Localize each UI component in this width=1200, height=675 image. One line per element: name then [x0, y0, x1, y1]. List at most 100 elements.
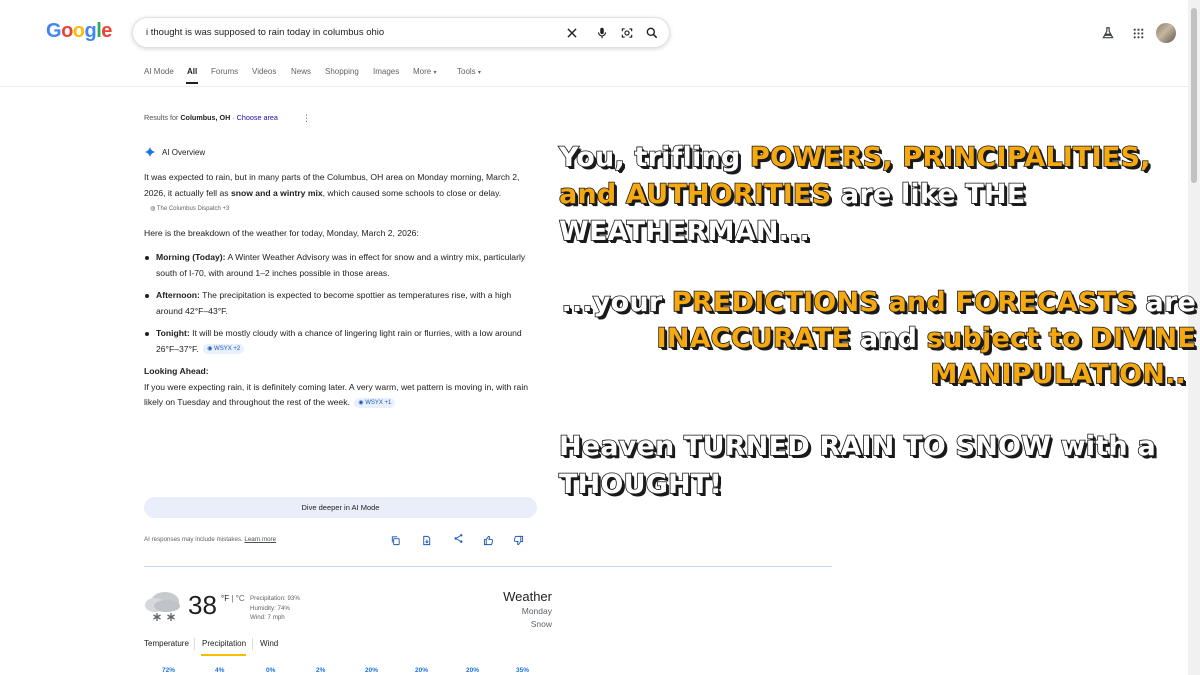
- search-input[interactable]: i thought is was supposed to rain today …: [146, 27, 384, 38]
- choose-area-link[interactable]: Choose area: [237, 113, 278, 122]
- current-temperature: 38: [188, 590, 217, 620]
- tab-separator: [252, 638, 253, 650]
- intro-text-end: , which caused some schools to close or …: [322, 187, 502, 198]
- hourly-precip: 4%: [215, 667, 225, 674]
- unit-celsius[interactable]: °C: [236, 594, 245, 603]
- item-label: Morning (Today):: [156, 252, 226, 262]
- logo-letter: o: [61, 20, 73, 42]
- snow-cloud-icon: [145, 592, 180, 621]
- overlay-text: and: [850, 322, 927, 355]
- overlay-line: ...your PREDICTIONS and FORECASTS are: [561, 286, 1197, 319]
- close-icon[interactable]: [563, 24, 581, 42]
- overlay-text: WEATHERMAN...: [558, 215, 811, 248]
- source-chip-label: WSYX +1: [365, 399, 392, 406]
- overlay-text: are like THE: [831, 178, 1026, 211]
- dive-deeper-label: Dive deeper in AI Mode: [301, 503, 380, 512]
- tab-tools[interactable]: Tools ▾: [457, 67, 481, 76]
- list-item: Morning (Today): A Winter Weather Adviso…: [144, 250, 534, 281]
- tab-images[interactable]: Images: [373, 67, 399, 76]
- logo-letter: G: [46, 20, 62, 42]
- active-weather-tab-indicator: [201, 654, 246, 656]
- source-logo-icon: ◍: [150, 205, 156, 212]
- microphone-icon[interactable]: [593, 24, 611, 42]
- tab-forums[interactable]: Forums: [211, 67, 238, 76]
- dive-deeper-button[interactable]: Dive deeper in AI Mode: [144, 497, 537, 518]
- ai-overview-body: It was expected to rain, but in many par…: [144, 170, 534, 411]
- source-logo-icon: ◉: [207, 346, 213, 353]
- tab-precipitation[interactable]: Precipitation: [202, 639, 246, 648]
- item-text: The precipitation is expected to become …: [156, 290, 512, 316]
- looking-ahead-body: If you were expecting rain, it is defini…: [144, 380, 534, 411]
- overlay-line: and AUTHORITIES are like THE: [558, 178, 1026, 211]
- tab-news[interactable]: News: [291, 67, 311, 76]
- results-for-location: Results for Columbus, OH · Choose area: [144, 113, 278, 122]
- avatar[interactable]: [1156, 23, 1176, 43]
- results-for-label: Results for: [144, 113, 181, 122]
- tab-tools-label: Tools: [457, 67, 476, 76]
- intro-bold: snow and a wintry mix: [230, 187, 323, 198]
- thumbs-up-icon[interactable]: [481, 533, 495, 547]
- tab-shopping[interactable]: Shopping: [325, 67, 359, 76]
- hourly-precip: 0%: [266, 667, 276, 674]
- source-chip[interactable]: ◉ WSYX +1: [354, 397, 396, 408]
- tab-all[interactable]: All: [187, 67, 197, 76]
- tab-wind[interactable]: Wind: [260, 639, 278, 648]
- breakdown-text: Here is the breakdown of the weather for…: [144, 227, 419, 238]
- ai-overview-title: AI Overview: [162, 147, 206, 157]
- tab-temperature[interactable]: Temperature: [144, 639, 189, 648]
- hourly-precip: 20%: [365, 667, 379, 674]
- export-doc-icon[interactable]: [419, 533, 433, 547]
- tab-videos[interactable]: Videos: [252, 67, 276, 76]
- unit-toggle[interactable]: °F | °C: [221, 594, 245, 603]
- overlay-highlight-text: INACCURATE: [656, 322, 851, 355]
- overlay-line: MANIPULATION..: [930, 358, 1187, 391]
- overlay-text: THOUGHT!: [558, 468, 722, 501]
- ai-sparkle-icon: [144, 146, 156, 158]
- wind-value: Wind: 7 mph: [250, 614, 285, 621]
- overlay-text: You, trifling: [558, 141, 750, 174]
- unit-fahrenheit[interactable]: °F: [221, 594, 229, 603]
- search-icon[interactable]: [643, 24, 661, 42]
- overlay-line: INACCURATE and subject to DIVINE: [656, 322, 1197, 355]
- overlay-line: THOUGHT!: [558, 468, 722, 501]
- search-box[interactable]: i thought is was supposed to rain today …: [132, 17, 670, 48]
- source-chip[interactable]: ◍ The Columbus Dispatch +3: [146, 204, 233, 214]
- scrollbar-thumb[interactable]: [1191, 8, 1197, 183]
- disclaimer-text: AI responses may include mistakes.: [144, 536, 245, 543]
- forecast-list: Morning (Today): A Winter Weather Adviso…: [144, 250, 534, 357]
- list-item: Afternoon: The precipitation is expected…: [144, 288, 534, 319]
- source-chip[interactable]: ◉ WSYX +2: [203, 344, 245, 355]
- thumbs-down-icon[interactable]: [511, 533, 525, 547]
- hourly-precip: 35%: [516, 667, 530, 674]
- google-logo[interactable]: Google: [46, 20, 112, 43]
- logo-letter: o: [72, 20, 85, 42]
- apps-grid-icon[interactable]: [1129, 24, 1147, 42]
- weather-condition: Snow: [530, 619, 552, 629]
- caret-down-icon: ▾: [433, 70, 437, 76]
- item-label: Afternoon:: [156, 290, 200, 300]
- caret-down-icon: ▾: [477, 70, 481, 76]
- logo-letter: g: [84, 20, 97, 42]
- copy-icon[interactable]: [388, 533, 402, 547]
- precipitation-value: Precipitation: 93%: [250, 595, 300, 602]
- overlay-highlight-text: PREDICTIONS and FORECASTS: [671, 286, 1136, 319]
- ai-disclaimer: AI responses may include mistakes. Learn…: [144, 536, 276, 543]
- location-name: Columbus, OH: [180, 113, 231, 122]
- hourly-precip: 20%: [415, 667, 429, 674]
- tab-ai-mode[interactable]: AI Mode: [144, 67, 174, 76]
- overlay-line: You, trifling POWERS, PRINCIPALITIES,: [558, 141, 1151, 174]
- tab-more[interactable]: More ▾: [413, 67, 436, 76]
- overlay-highlight-text: and AUTHORITIES: [558, 178, 832, 211]
- looking-ahead-text: If you were expecting rain, it is defini…: [144, 381, 529, 408]
- learn-more-link[interactable]: Learn more: [244, 536, 276, 543]
- ai-intro: It was expected to rain, but in many par…: [144, 170, 534, 217]
- more-options-icon[interactable]: ⋮: [302, 113, 311, 124]
- tab-more-label: More: [413, 67, 432, 76]
- weather-day: Monday: [521, 606, 552, 616]
- overlay-line: Heaven TURNED RAIN TO SNOW with a: [558, 430, 1156, 463]
- hourly-precip: 72%: [162, 667, 176, 674]
- labs-flask-icon[interactable]: [1099, 24, 1117, 42]
- hourly-precip: 2%: [316, 667, 326, 674]
- camera-lens-icon[interactable]: [618, 24, 636, 42]
- share-icon[interactable]: [451, 531, 465, 545]
